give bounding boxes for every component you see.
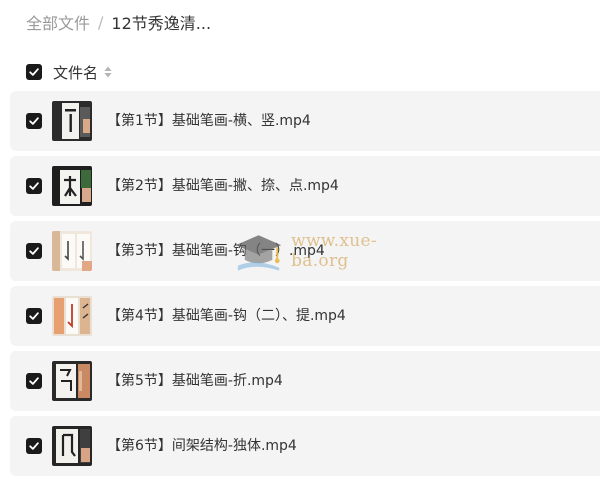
video-thumbnail[interactable] [52, 426, 92, 466]
breadcrumb-root-link[interactable]: 全部文件 [26, 10, 90, 34]
file-row[interactable]: 【第4节】基础笔画-钩（二）、提.mp4 [10, 286, 600, 346]
checkmark-icon [29, 68, 39, 76]
video-thumbnail[interactable] [52, 101, 92, 141]
checkmark-icon [29, 312, 39, 320]
breadcrumb-current-folder: 12节秀逸清... [111, 14, 212, 33]
checkmark-icon [29, 182, 39, 190]
file-name[interactable]: 【第5节】基础笔画-折.mp4 [107, 371, 283, 391]
row-checkbox[interactable] [26, 308, 42, 324]
file-name[interactable]: 【第3节】基础笔画-钩（一）.mp4 [107, 241, 325, 261]
video-thumbnail[interactable] [52, 231, 92, 271]
file-row[interactable]: 【第5节】基础笔画-折.mp4 [10, 351, 600, 411]
breadcrumb-separator: / [98, 12, 104, 32]
file-name[interactable]: 【第6节】间架结构-独体.mp4 [107, 436, 297, 456]
video-thumbnail[interactable] [52, 361, 92, 401]
row-checkbox[interactable] [26, 373, 42, 389]
column-header-filename[interactable]: 文件名 [53, 62, 98, 83]
checkmark-icon [29, 117, 39, 125]
file-row[interactable]: 【第3节】基础笔画-钩（一）.mp4 [10, 221, 600, 281]
file-list: 【第1节】基础笔画-横、竖.mp4 【第2节】基础笔画-撇、捺、点.mp4 【第… [10, 91, 600, 481]
row-checkbox[interactable] [26, 438, 42, 454]
file-row[interactable]: 【第2节】基础笔画-撇、捺、点.mp4 [10, 156, 600, 216]
sort-icon[interactable] [104, 66, 112, 78]
checkmark-icon [29, 442, 39, 450]
video-thumbnail[interactable] [52, 166, 92, 206]
row-checkbox[interactable] [26, 113, 42, 129]
video-thumbnail[interactable] [52, 296, 92, 336]
row-checkbox[interactable] [26, 178, 42, 194]
file-list-header: 文件名 [26, 60, 112, 84]
breadcrumb: 全部文件 / 12节秀逸清... [26, 10, 211, 34]
file-row[interactable]: 【第1节】基础笔画-横、竖.mp4 [10, 91, 600, 151]
file-name[interactable]: 【第2节】基础笔画-撇、捺、点.mp4 [107, 176, 339, 196]
checkmark-icon [29, 247, 39, 255]
file-name[interactable]: 【第1节】基础笔画-横、竖.mp4 [107, 111, 311, 131]
row-checkbox[interactable] [26, 243, 42, 259]
select-all-checkbox[interactable] [26, 64, 42, 80]
file-row[interactable]: 【第6节】间架结构-独体.mp4 [10, 416, 600, 476]
checkmark-icon [29, 377, 39, 385]
file-name[interactable]: 【第4节】基础笔画-钩（二）、提.mp4 [107, 306, 346, 326]
